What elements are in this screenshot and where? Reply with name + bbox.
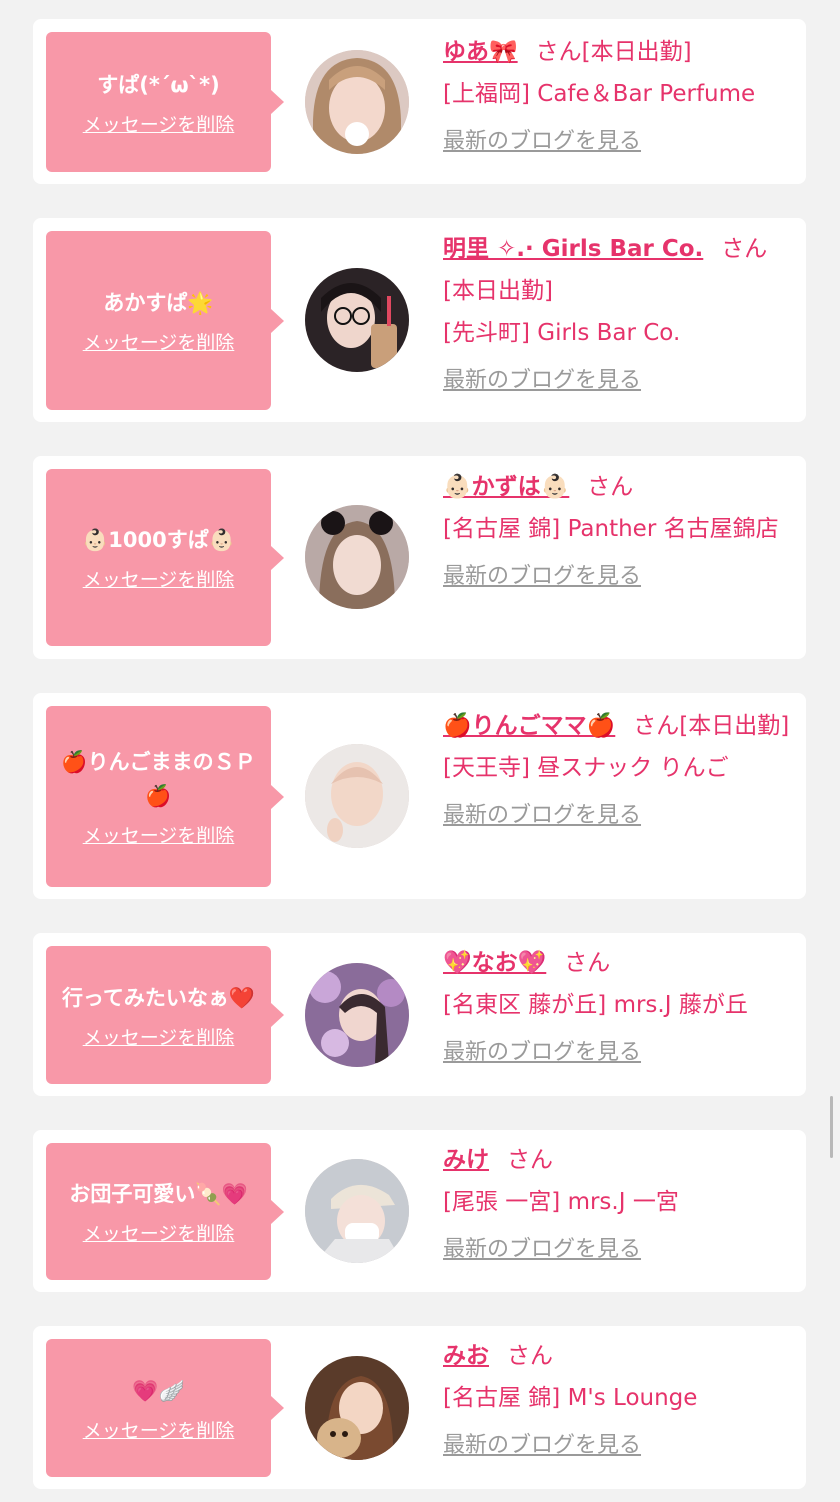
list-item: あかすぱ🌟 メッセージを削除 明里 ✧.· Girls Bar Co. さん [本… bbox=[33, 218, 806, 422]
message-bubble: 行ってみたいなぁ❤️ メッセージを削除 bbox=[46, 946, 284, 1084]
message-bubble: あかすぱ🌟 メッセージを削除 bbox=[46, 231, 284, 410]
status-text: [本日出勤] bbox=[443, 278, 553, 304]
delete-message-link[interactable]: メッセージを削除 bbox=[83, 328, 235, 355]
latest-blog-link[interactable]: 最新のブログを見る bbox=[443, 1229, 795, 1271]
list-item: 💗🪽 メッセージを削除 みお さん [名古屋 錦] M's Lounge 最新のブ… bbox=[33, 1326, 806, 1489]
shop-text: [名東区 藤が丘] mrs.J 藤が丘 bbox=[443, 992, 748, 1018]
honorific: さん bbox=[507, 1147, 553, 1173]
honorific: さん bbox=[507, 1343, 553, 1369]
avatar-photo bbox=[305, 963, 409, 1067]
latest-blog-link[interactable]: 最新のブログを見る bbox=[443, 121, 795, 163]
list-item: 🍎りんごままのＳＰ🍎 メッセージを削除 🍎りんごママ🍎 さん[本日出勤] [天王寺… bbox=[33, 693, 806, 899]
list-item: すぱ(*´ω`*) メッセージを削除 ゆあ🎀 さん[本日出勤] [上福岡] Caf… bbox=[33, 19, 806, 184]
delete-message-link[interactable]: メッセージを削除 bbox=[83, 110, 235, 137]
message-bubble: 👶🏻1000すぱ👶🏻 メッセージを削除 bbox=[46, 469, 284, 646]
cast-name-link[interactable]: みお bbox=[443, 1343, 489, 1369]
list-item: 👶🏻1000すぱ👶🏻 メッセージを削除 👶🏻かずは👶🏻 さん [名古屋 錦] Pa… bbox=[33, 456, 806, 659]
avatar-photo bbox=[305, 50, 409, 154]
delete-message-link[interactable]: メッセージを削除 bbox=[83, 821, 235, 848]
cast-name-link[interactable]: 👶🏻かずは👶🏻 bbox=[443, 474, 569, 500]
avatar-photo bbox=[305, 744, 409, 848]
message-list: すぱ(*´ω`*) メッセージを削除 ゆあ🎀 さん[本日出勤] [上福岡] Caf… bbox=[0, 0, 840, 1502]
cast-info: 🍎りんごママ🍎 さん[本日出勤] [天王寺] 昼スナック りんご 最新のブログを見… bbox=[443, 705, 795, 837]
shop-text: [名古屋 錦] M's Lounge bbox=[443, 1385, 698, 1411]
shop-text: [先斗町] Girls Bar Co. bbox=[443, 320, 681, 346]
scrollbar[interactable] bbox=[830, 1096, 833, 1158]
message-text: 行ってみたいなぁ❤️ bbox=[61, 985, 256, 1010]
cast-name-link[interactable]: 🍎りんごママ🍎 bbox=[443, 713, 615, 739]
message-text: お団子可愛い🍡💗 bbox=[69, 1182, 248, 1206]
delete-message-link[interactable]: メッセージを削除 bbox=[83, 565, 235, 592]
message-text: 👶🏻1000すぱ👶🏻 bbox=[82, 528, 235, 552]
cast-name-link[interactable]: ゆあ🎀 bbox=[443, 39, 518, 65]
message-text: 🍎りんごままのＳＰ🍎 bbox=[61, 750, 256, 808]
message-bubble: 💗🪽 メッセージを削除 bbox=[46, 1339, 284, 1477]
message-text: 💗🪽 bbox=[132, 1378, 185, 1403]
cast-name-link[interactable]: 明里 ✧.· Girls Bar Co. bbox=[443, 236, 703, 262]
latest-blog-link[interactable]: 最新のブログを見る bbox=[443, 1032, 795, 1074]
cast-info: 💖なお💖 さん [名東区 藤が丘] mrs.J 藤が丘 最新のブログを見る bbox=[443, 942, 795, 1074]
avatar[interactable] bbox=[305, 1356, 409, 1460]
avatar[interactable] bbox=[305, 50, 409, 154]
cast-info: みけ さん [尾張 一宮] mrs.J 一宮 最新のブログを見る bbox=[443, 1139, 795, 1271]
message-bubble: すぱ(*´ω`*) メッセージを削除 bbox=[46, 32, 284, 172]
message-text: すぱ(*´ω`*) bbox=[97, 72, 220, 97]
avatar[interactable] bbox=[305, 1159, 409, 1263]
message-text: あかすぱ🌟 bbox=[103, 291, 214, 315]
cast-info: 👶🏻かずは👶🏻 さん [名古屋 錦] Panther 名古屋錦店 最新のブログを見… bbox=[443, 466, 795, 598]
shop-text: [天王寺] 昼スナック りんご bbox=[443, 755, 729, 781]
avatar-photo bbox=[305, 268, 409, 372]
honorific: さん bbox=[721, 236, 768, 262]
latest-blog-link[interactable]: 最新のブログを見る bbox=[443, 795, 795, 837]
avatar[interactable] bbox=[305, 744, 409, 848]
latest-blog-link[interactable]: 最新のブログを見る bbox=[443, 1425, 795, 1467]
delete-message-link[interactable]: メッセージを削除 bbox=[83, 1023, 235, 1050]
honorific: さん bbox=[587, 474, 634, 500]
cast-info: ゆあ🎀 さん[本日出勤] [上福岡] Cafe＆Bar Perfume 最新のブロ… bbox=[443, 31, 795, 163]
avatar-photo bbox=[305, 505, 409, 609]
latest-blog-link[interactable]: 最新のブログを見る bbox=[443, 556, 795, 598]
honorific: さん bbox=[564, 950, 611, 976]
list-item: お団子可愛い🍡💗 メッセージを削除 みけ さん [尾張 一宮] mrs.J 一宮 … bbox=[33, 1130, 806, 1292]
avatar-photo bbox=[305, 1159, 409, 1263]
shop-text: [上福岡] Cafe＆Bar Perfume bbox=[443, 81, 756, 107]
avatar[interactable] bbox=[305, 268, 409, 372]
cast-info: 明里 ✧.· Girls Bar Co. さん [本日出勤] [先斗町] Girl… bbox=[443, 228, 795, 402]
avatar-photo bbox=[305, 1356, 409, 1460]
cast-name-link[interactable]: みけ bbox=[443, 1147, 489, 1173]
message-bubble: お団子可愛い🍡💗 メッセージを削除 bbox=[46, 1143, 284, 1280]
cast-name-link[interactable]: 💖なお💖 bbox=[443, 950, 546, 976]
delete-message-link[interactable]: メッセージを削除 bbox=[83, 1219, 235, 1246]
latest-blog-link[interactable]: 最新のブログを見る bbox=[443, 360, 795, 402]
list-item: 行ってみたいなぁ❤️ メッセージを削除 💖なお💖 さん [名東区 藤が丘] mrs… bbox=[33, 933, 806, 1096]
delete-message-link[interactable]: メッセージを削除 bbox=[83, 1416, 235, 1443]
shop-text: [名古屋 錦] Panther 名古屋錦店 bbox=[443, 516, 779, 542]
honorific: さん bbox=[535, 39, 582, 65]
cast-info: みお さん [名古屋 錦] M's Lounge 最新のブログを見る bbox=[443, 1335, 795, 1467]
message-bubble: 🍎りんごままのＳＰ🍎 メッセージを削除 bbox=[46, 706, 284, 887]
avatar[interactable] bbox=[305, 505, 409, 609]
status-text: [本日出勤] bbox=[581, 39, 692, 65]
shop-text: [尾張 一宮] mrs.J 一宮 bbox=[443, 1189, 679, 1215]
avatar[interactable] bbox=[305, 963, 409, 1067]
status-text: [本日出勤] bbox=[679, 713, 790, 739]
honorific: さん bbox=[633, 713, 680, 739]
